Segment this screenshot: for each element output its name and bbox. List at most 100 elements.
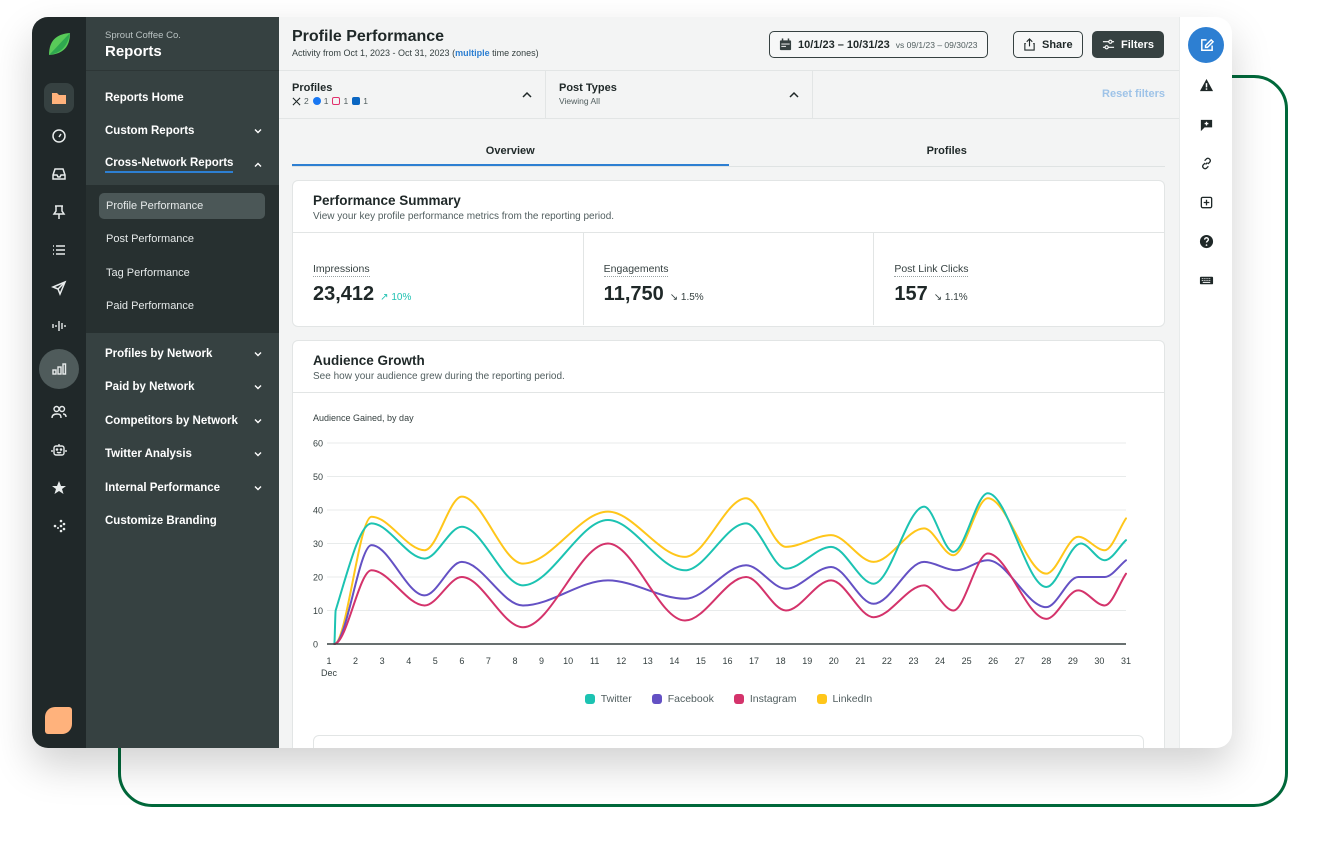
instagram-icon <box>332 97 341 105</box>
nav-item-label: Custom Reports <box>105 125 195 138</box>
sub-item-post-performance[interactable]: Post Performance <box>99 223 265 257</box>
x-tick-label: 30 <box>1094 656 1104 666</box>
legend-label: LinkedIn <box>832 693 873 705</box>
subtitle-text: time zones) <box>489 48 539 58</box>
stage: Sprout Coffee Co. Reports Reports Home C… <box>0 0 1320 856</box>
nav-item-reports-home[interactable]: Reports Home <box>86 81 279 115</box>
y-tick-label: 20 <box>313 573 323 583</box>
list-icon[interactable] <box>44 235 74 265</box>
time-zones-link[interactable]: multiple <box>455 48 490 58</box>
x-tick-label: 11 <box>590 656 599 666</box>
pin-icon[interactable] <box>44 197 74 227</box>
right-rail <box>1179 17 1232 748</box>
star-icon[interactable] <box>44 473 74 503</box>
nav-item-label: Twitter Analysis <box>105 448 192 461</box>
chevron-down-icon <box>254 418 262 424</box>
people-icon[interactable] <box>44 397 74 427</box>
metric-label[interactable]: Impressions <box>313 263 370 277</box>
legend-item-facebook[interactable]: Facebook <box>651 693 714 705</box>
post-types-value: Viewing All <box>559 96 600 106</box>
send-icon[interactable] <box>44 273 74 303</box>
nav-item-custom-reports[interactable]: Custom Reports <box>86 115 279 149</box>
reports-icon[interactable] <box>39 349 79 389</box>
inbox-icon[interactable] <box>44 159 74 189</box>
x-tick-label: 17 <box>749 656 759 666</box>
chevron-down-icon <box>254 129 262 134</box>
nav-item-cross-network-reports[interactable]: Cross-Network Reports <box>86 148 279 182</box>
page-header: Profile Performance Activity from Oct 1,… <box>279 17 1179 71</box>
sub-item-paid-performance[interactable]: Paid Performance <box>99 290 265 324</box>
nav-item-twitter-analysis[interactable]: Twitter Analysis <box>86 438 279 472</box>
feedback-icon[interactable] <box>1194 112 1218 136</box>
nav-item-paid-by-network[interactable]: Paid by Network <box>86 371 279 405</box>
x-tick-label: 1 <box>326 656 331 666</box>
chevron-down-icon <box>254 485 262 491</box>
date-range-button[interactable]: 10/1/23 – 10/31/23 vs 09/1/23 – 09/30/23 <box>769 31 988 58</box>
bot-icon[interactable] <box>44 435 74 465</box>
x-tick-label: 6 <box>459 656 464 666</box>
keyboard-icon[interactable] <box>1194 268 1218 292</box>
x-tick-label: 2 <box>353 656 358 666</box>
sub-item-profile-performance[interactable]: Profile Performance <box>99 192 265 219</box>
share-label: Share <box>1042 38 1073 51</box>
reset-filters-link[interactable]: Reset filters <box>1102 88 1165 100</box>
legend-item-linkedin[interactable]: LinkedIn <box>816 693 873 705</box>
share-button[interactable]: Share <box>1013 31 1083 58</box>
main-content: Profile Performance Activity from Oct 1,… <box>279 17 1179 748</box>
x-tick-label: 14 <box>669 656 679 666</box>
chevron-down-icon <box>254 385 262 390</box>
sub-item-label: Tag Performance <box>106 266 190 279</box>
metric-label[interactable]: Post Link Clicks <box>894 263 969 277</box>
gauge-icon[interactable] <box>44 121 74 151</box>
compose-button[interactable] <box>1188 27 1224 63</box>
tab-profiles[interactable]: Profiles <box>729 137 1166 166</box>
alert-icon[interactable] <box>1194 73 1218 97</box>
legend-item-twitter[interactable]: Twitter <box>584 693 632 705</box>
legend-label: Instagram <box>749 693 797 705</box>
reports-nav: Sprout Coffee Co. Reports Reports Home C… <box>86 17 279 748</box>
help-icon[interactable] <box>1194 229 1218 253</box>
chevron-down-icon <box>254 452 262 457</box>
metric-post-link-clicks: Post Link Clicks 157 ↘ 1.1% <box>874 233 1164 325</box>
add-task-icon[interactable] <box>1194 190 1218 214</box>
metric-delta: ↘ 1.5% <box>669 292 704 303</box>
nav-item-label: Internal Performance <box>105 481 221 494</box>
legend-swatch <box>651 694 662 704</box>
metric-label[interactable]: Engagements <box>603 263 669 277</box>
nav-item-profiles-by-network[interactable]: Profiles by Network <box>86 337 279 371</box>
sub-item-tag-performance[interactable]: Tag Performance <box>99 256 265 290</box>
nav-item-internal-performance[interactable]: Internal Performance <box>86 471 279 505</box>
sub-item-label: Paid Performance <box>106 300 195 313</box>
legend-item-instagram[interactable]: Instagram <box>733 693 797 705</box>
profiles-filter[interactable]: Profiles 2 1 1 1 <box>279 71 546 118</box>
nav-item-label: Competitors by Network <box>105 414 238 427</box>
count: 1 <box>363 96 368 106</box>
folder-icon[interactable] <box>44 83 74 113</box>
listening-icon[interactable] <box>44 311 74 341</box>
x-tick-label: 16 <box>722 656 732 666</box>
x-tick-label: 24 <box>935 656 945 666</box>
x-tick-label: 20 <box>829 656 839 666</box>
x-tick-label: 15 <box>696 656 706 666</box>
network-icon[interactable] <box>44 511 74 541</box>
card-title: Performance Summary <box>313 193 461 208</box>
sub-item-label: Post Performance <box>106 233 195 246</box>
x-tick-label: 9 <box>539 656 544 666</box>
nav-item-competitors-by-network[interactable]: Competitors by Network <box>86 404 279 438</box>
audience-growth-card: Audience Growth See how your audience gr… <box>292 340 1165 748</box>
metric-value: 157 <box>894 283 928 305</box>
legend-label: Twitter <box>600 693 632 705</box>
filters-button[interactable]: Filters <box>1092 31 1165 58</box>
nav-item-customize-branding[interactable]: Customize Branding <box>86 505 279 539</box>
metrics-row: Impressions 23,412 ↗ 10% Engagements 11,7… <box>293 233 1164 325</box>
card-subtitle: See how your audience grew during the re… <box>313 371 565 382</box>
chevron-up-icon <box>522 91 532 98</box>
nav-item-label: Cross-Network Reports <box>105 157 234 173</box>
link-icon[interactable] <box>1194 151 1218 175</box>
tab-overview[interactable]: Overview <box>292 137 729 166</box>
x-tick-label: 22 <box>882 656 892 666</box>
x-tick-label: 12 <box>616 656 626 666</box>
sprout-logo-icon[interactable] <box>46 31 72 57</box>
avatar[interactable] <box>45 707 72 734</box>
post-types-filter[interactable]: Post Types Viewing All <box>546 71 813 118</box>
